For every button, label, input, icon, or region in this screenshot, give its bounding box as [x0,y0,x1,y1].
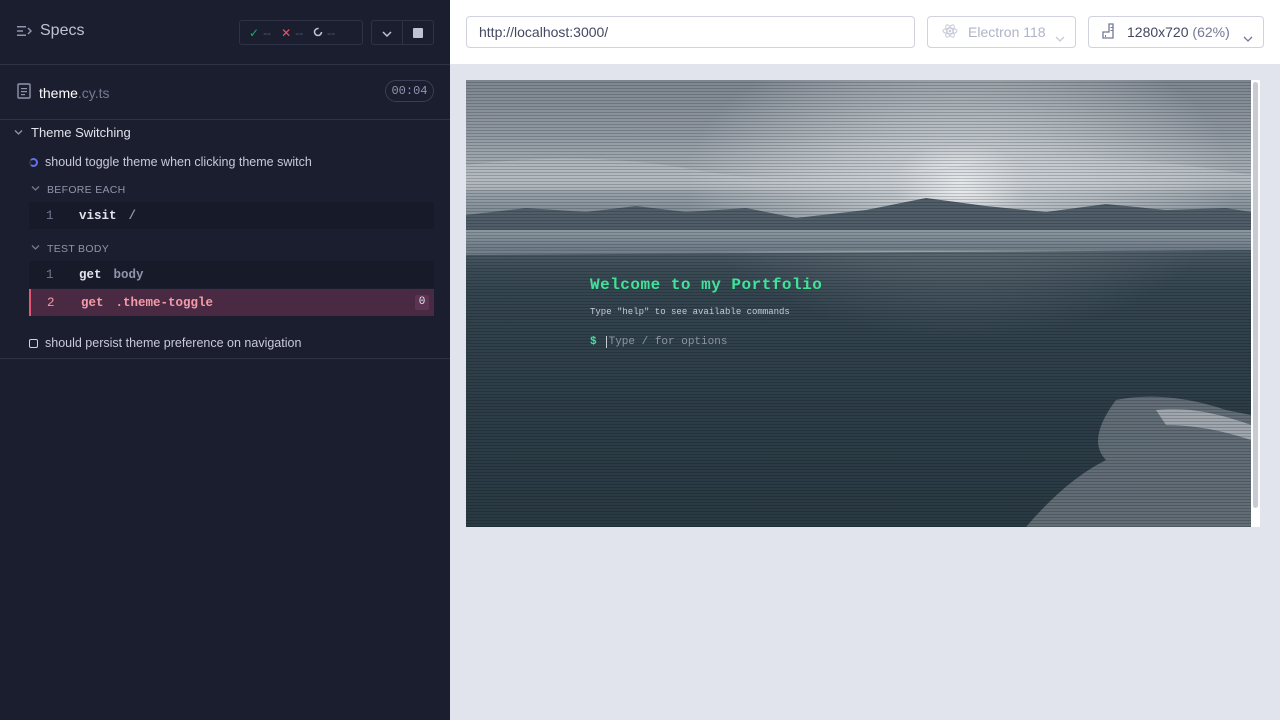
failed-count: -- [295,25,304,40]
prompt-symbol: $ [590,336,597,348]
command-number: 2 [47,295,55,310]
stat-pending: -- [313,26,335,40]
document-icon [17,83,31,102]
command-message: .theme-toggle [115,295,214,310]
viewport-size: 1280x720 [1127,24,1189,40]
running-spinner-icon [29,157,38,167]
stat-passed: ✓ -- [249,26,271,40]
command-message: body [113,267,144,282]
aut-panel: http://localhost:3000/ Electron 118 1280… [450,0,1280,720]
spec-file: theme.cy.ts [17,83,110,102]
suite-title: Theme Switching [31,125,131,140]
pending-count: -- [327,25,336,40]
spec-extension: .cy.ts [77,84,110,101]
reporter-header: Specs ✓ -- ✕ -- -- [0,0,450,65]
spec-name: theme [39,84,78,101]
aut-iframe: Welcome to my Portfolio Type "help" to s… [466,80,1260,527]
divider [0,358,450,359]
check-icon: ✓ [249,25,260,40]
app-viewport: Welcome to my Portfolio Type "help" to s… [466,80,1251,527]
stat-failed: ✕ -- [281,26,303,40]
url-bar[interactable]: http://localhost:3000/ [466,16,915,48]
suite-title-row[interactable]: Theme Switching [14,125,131,140]
chevron-down-icon [1055,29,1065,45]
chevron-down-icon [31,184,40,196]
test-title: should persist theme preference on navig… [45,336,302,350]
auto-scroll-toggle-button[interactable] [371,20,403,45]
page-subtitle: Type "help" to see available commands [590,307,790,317]
test-item-running[interactable]: should toggle theme when clicking theme … [29,155,312,169]
test-title: should toggle theme when clicking theme … [45,155,312,169]
command-row[interactable]: 1 visit / [29,202,434,229]
test-item-pending[interactable]: should persist theme preference on navig… [29,336,301,350]
chevron-down-icon [14,125,23,140]
passed-count: -- [263,25,272,40]
reporter-panel: Specs ✓ -- ✕ -- -- theme.cy.ts 00:04 The… [0,0,450,720]
specs-label: Specs [40,22,85,39]
electron-icon [942,23,958,42]
pending-spinner-icon [313,26,323,40]
specs-link[interactable]: Specs [17,22,84,40]
command-name: get [81,295,104,310]
command-number: 1 [46,267,54,282]
specs-list-icon [17,25,32,37]
scrollbar[interactable] [1253,82,1258,508]
x-icon: ✕ [281,25,292,40]
element-count-badge: 0 [415,295,429,310]
landscape-background-image [466,80,1251,527]
chevron-down-icon [31,243,40,255]
command-name: get [79,267,102,282]
stop-button[interactable] [402,20,434,45]
viewport-scale: (62%) [1192,24,1230,40]
pending-square-icon [29,338,38,348]
command-name: visit [79,208,117,223]
command-message: / [128,208,137,223]
ruler-icon [1102,22,1118,42]
browser-label: Electron 118 [968,24,1046,40]
chevron-down-icon [382,24,392,42]
url-text: http://localhost:3000/ [479,24,609,40]
command-input[interactable] [605,336,806,348]
stop-icon [413,27,423,38]
page-title: Welcome to my Portfolio [590,276,823,294]
test-stats: ✓ -- ✕ -- -- [239,20,363,45]
command-row[interactable]: 1 get body [29,261,434,288]
chevron-down-icon [1243,29,1253,45]
spec-file-row: theme.cy.ts 00:04 [0,65,450,120]
aut-header: http://localhost:3000/ Electron 118 1280… [450,0,1280,64]
hook-test-body[interactable]: TEST BODY [31,243,109,255]
command-row-active[interactable]: 2 get .theme-toggle 0 [29,289,434,316]
terminal-prompt: $ [590,336,806,348]
browser-selector[interactable]: Electron 118 [927,16,1076,48]
hook-title: BEFORE EACH [47,184,126,196]
hook-before-each[interactable]: BEFORE EACH [31,184,126,196]
spec-duration-badge: 00:04 [385,80,434,102]
hook-title: TEST BODY [47,243,110,255]
viewport-selector[interactable]: 1280x720 (62%) [1088,16,1264,48]
command-number: 1 [46,208,54,223]
